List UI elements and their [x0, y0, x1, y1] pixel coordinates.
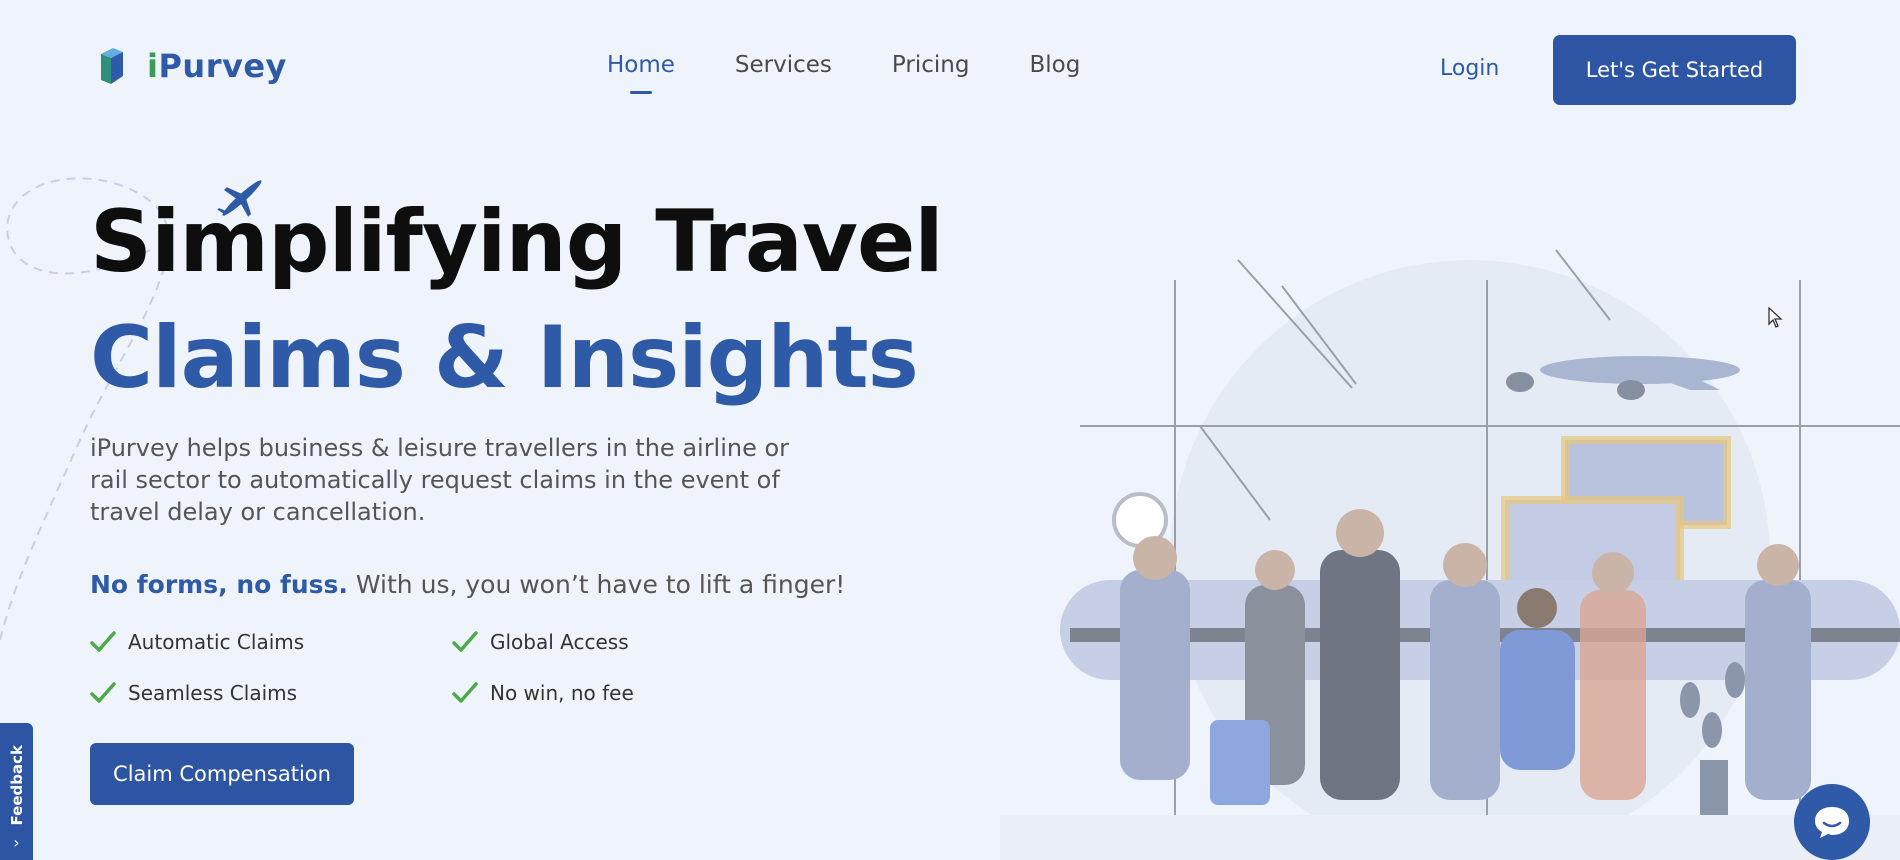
check-icon	[90, 631, 116, 652]
tagline-rest: With us, you won’t have to lift a finger…	[347, 570, 846, 599]
chevron-right-icon: ›	[13, 833, 20, 852]
feedback-label: Feedback	[7, 744, 26, 825]
feature-item: Seamless Claims	[90, 681, 452, 705]
nav-services[interactable]: Services	[735, 52, 832, 78]
hero-description: iPurvey helps business & leisure travell…	[90, 434, 790, 526]
feature-list: Automatic Claims Global Access Seamless …	[90, 630, 634, 705]
hero-title-line1: Simplifying Travel	[90, 192, 944, 292]
feature-item: No win, no fee	[452, 681, 752, 705]
hero-tagline: No forms, no fuss. With us, you won’t ha…	[90, 570, 845, 599]
claim-compensation-button[interactable]: Claim Compensation	[90, 743, 354, 805]
cube-logo-icon	[101, 48, 123, 84]
tagline-bold: No forms, no fuss.	[90, 570, 348, 599]
chat-bubble-icon	[1815, 807, 1849, 838]
airport-travellers-illustration	[1000, 249, 1900, 860]
login-link[interactable]: Login	[1440, 56, 1499, 81]
main-nav: Home Services Pricing Blog	[607, 52, 1080, 78]
hero-title-line2: Claims & Insights	[90, 308, 919, 408]
check-icon	[452, 631, 478, 652]
feedback-tab[interactable]: Feedback ›	[0, 723, 33, 860]
nav-pricing[interactable]: Pricing	[892, 52, 970, 78]
brand-name: iPurvey	[147, 47, 287, 85]
nav-blog[interactable]: Blog	[1029, 52, 1080, 78]
mouse-cursor-icon	[1768, 307, 1783, 328]
nav-home[interactable]: Home	[607, 52, 675, 78]
chat-button[interactable]	[1794, 784, 1870, 860]
check-icon	[452, 682, 478, 703]
brand-logo[interactable]: iPurvey	[97, 46, 287, 86]
feature-item: Automatic Claims	[90, 630, 452, 654]
check-icon	[90, 682, 116, 703]
feature-item: Global Access	[452, 630, 752, 654]
get-started-button[interactable]: Let's Get Started	[1553, 35, 1796, 105]
